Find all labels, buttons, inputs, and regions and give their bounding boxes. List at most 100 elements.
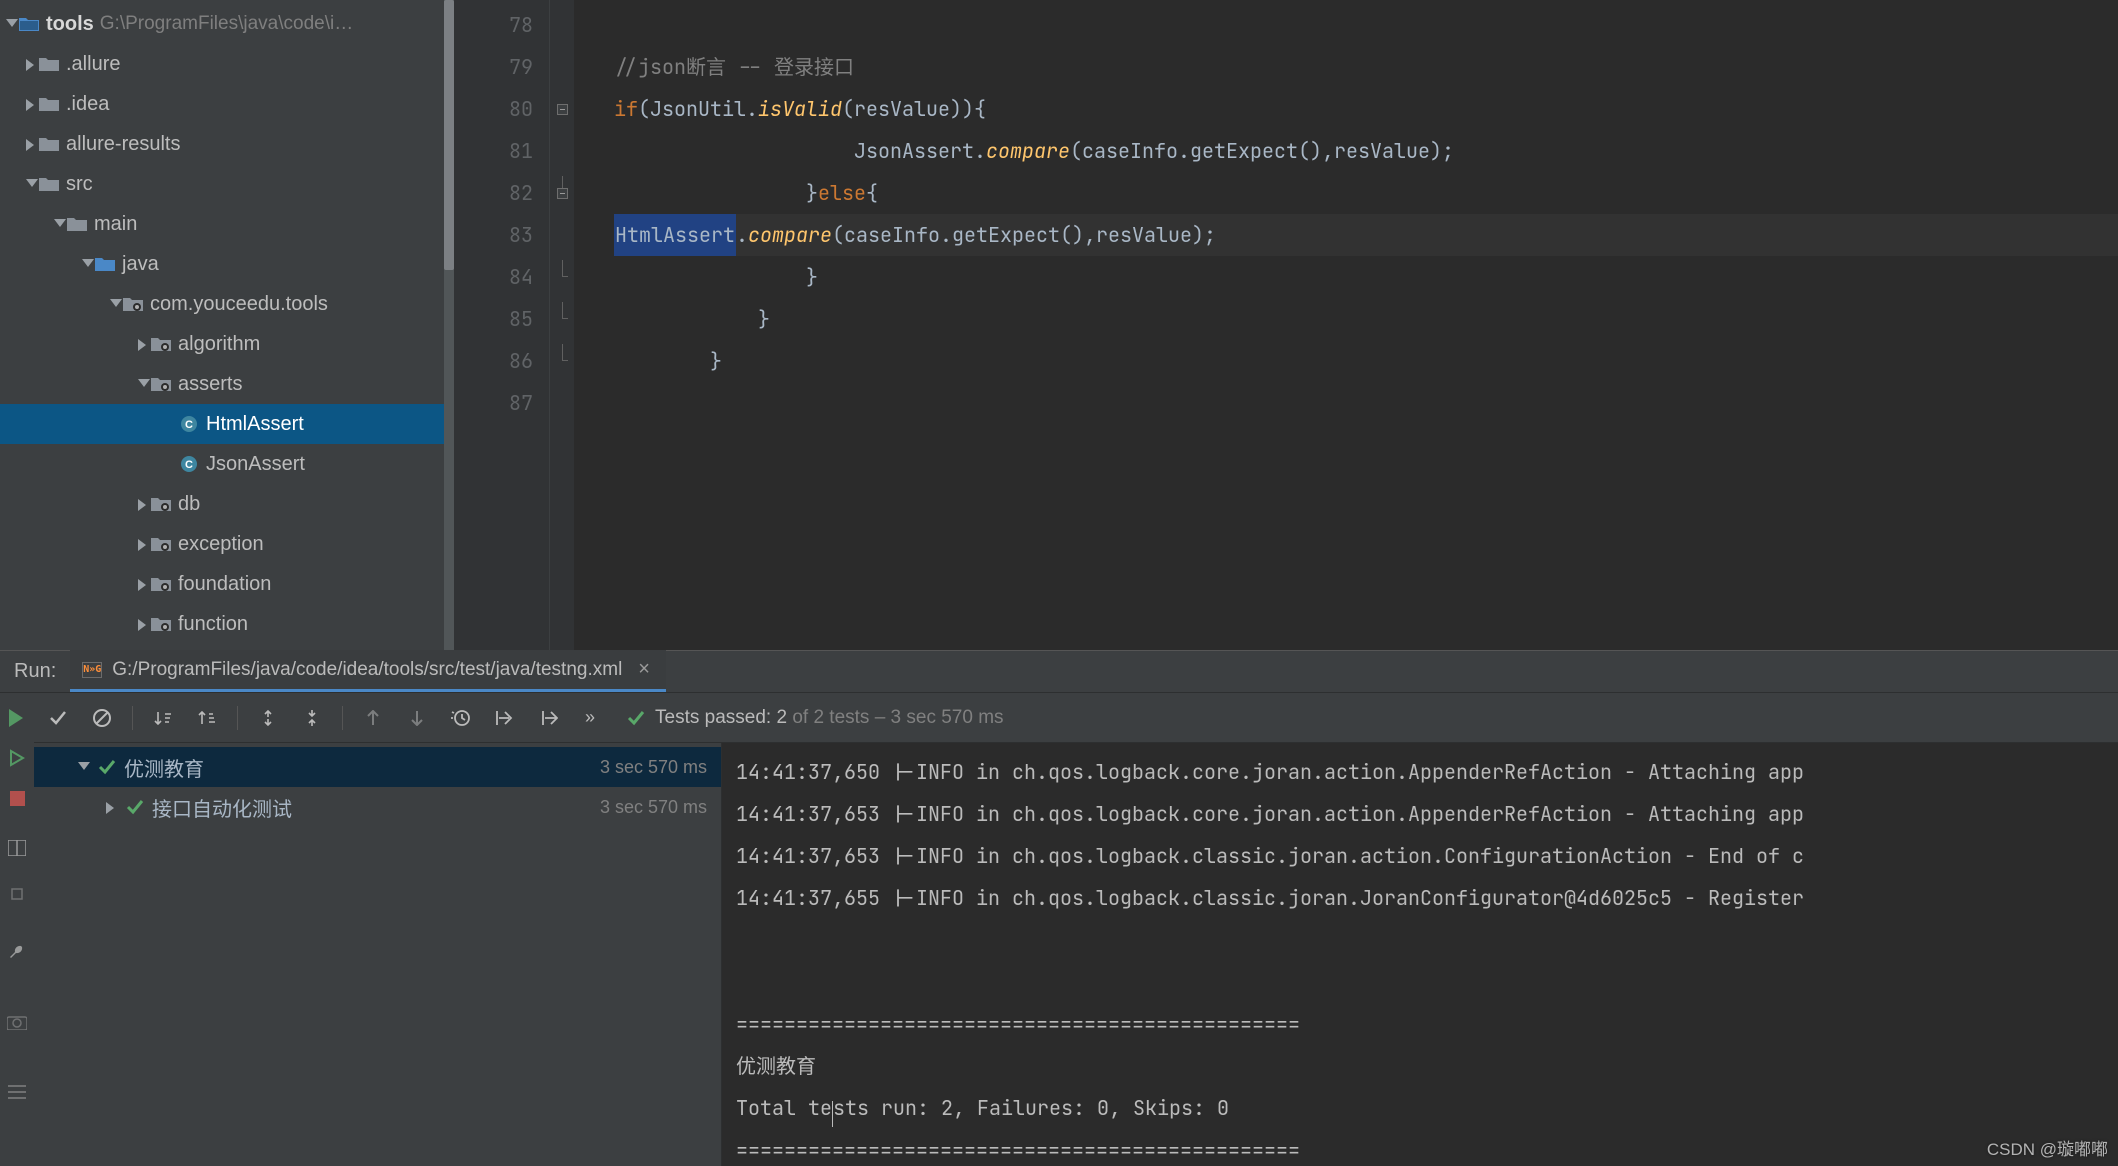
fold-marker[interactable] (550, 172, 574, 214)
fold-marker[interactable] (550, 88, 574, 130)
line-number[interactable]: 85 (454, 298, 549, 340)
code-line[interactable]: } (614, 256, 2118, 298)
line-number[interactable]: 81 (454, 130, 549, 172)
more-icon[interactable]: » (585, 707, 595, 728)
line-number[interactable]: 78 (454, 4, 549, 46)
test-history-button[interactable] (443, 700, 479, 736)
chevron-down-icon[interactable] (4, 17, 18, 31)
fold-marker[interactable] (550, 130, 574, 172)
chevron-right-icon[interactable] (136, 337, 150, 351)
fold-marker[interactable] (550, 46, 574, 88)
test-item-label: 接口自动化测试 (152, 793, 292, 822)
collapse-all-button[interactable] (294, 700, 330, 736)
list-icon[interactable] (6, 1081, 28, 1103)
fold-marker[interactable] (550, 298, 574, 340)
sort-down-button[interactable] (145, 700, 181, 736)
line-number[interactable]: 84 (454, 256, 549, 298)
code-line[interactable]: } (614, 340, 2118, 382)
line-number[interactable]: 83 (454, 214, 549, 256)
tree-item[interactable]: db (0, 484, 454, 524)
testng-icon: N»G (82, 662, 102, 678)
fold-marker[interactable] (550, 214, 574, 256)
close-icon[interactable]: × (638, 658, 650, 681)
tree-item[interactable]: com.youceedu.tools (0, 284, 454, 324)
chevron-right-icon[interactable] (136, 577, 150, 591)
prev-test-button[interactable] (355, 700, 391, 736)
tree-item[interactable]: asserts (0, 364, 454, 404)
test-item-time: 3 sec 570 ms (600, 757, 707, 778)
tree-item[interactable]: .allure (0, 44, 454, 84)
tree-item[interactable]: exception (0, 524, 454, 564)
chevron-right-icon[interactable] (24, 137, 38, 151)
code-line[interactable]: //json断言 -- 登录接口 (614, 46, 2118, 88)
line-number[interactable]: 87 (454, 382, 549, 424)
wrench-icon[interactable] (6, 941, 28, 963)
toggle-auto-test-button[interactable] (6, 747, 28, 769)
tree-item[interactable]: allure-results (0, 124, 454, 164)
chevron-down-icon[interactable] (136, 377, 150, 391)
project-tree-scrollbar[interactable] (444, 0, 454, 650)
code-line[interactable]: if(JsonUtil.isValid(resValue)){ (614, 88, 2118, 130)
test-results-tree[interactable]: 优测教育 3 sec 570 ms 接口自动化测试 3 sec 570 ms (34, 743, 722, 1166)
show-ignored-button[interactable] (84, 700, 120, 736)
chevron-down-icon[interactable] (108, 297, 122, 311)
test-tree-item[interactable]: 接口自动化测试 3 sec 570 ms (34, 787, 721, 827)
tree-item[interactable]: .idea (0, 84, 454, 124)
code-line[interactable] (614, 4, 2118, 46)
watermark-text: CSDN @璇嘟嘟 (1987, 1135, 2108, 1160)
code-editor[interactable]: 78798081828384858687 //json断言 -- 登录接口 if… (454, 0, 2118, 650)
tree-item[interactable]: src (0, 164, 454, 204)
next-test-button[interactable] (399, 700, 435, 736)
editor-code-area[interactable]: //json断言 -- 登录接口 if(JsonUtil.isValid(res… (574, 0, 2118, 650)
test-console[interactable]: 14:41:37,650 |-INFO in ch.qos.logback.co… (722, 743, 2118, 1166)
chevron-right-icon[interactable] (24, 97, 38, 111)
fold-marker[interactable] (550, 256, 574, 298)
run-config-tab[interactable]: N»G G:/ProgramFiles/java/code/idea/tools… (70, 650, 666, 692)
code-line[interactable]: JsonAssert.compare(caseInfo.getExpect(),… (614, 130, 2118, 172)
show-passed-button[interactable] (40, 700, 76, 736)
chevron-right-icon[interactable] (136, 497, 150, 511)
layout-button[interactable] (6, 837, 28, 859)
tree-item-label: main (94, 213, 137, 236)
line-number[interactable]: 86 (454, 340, 549, 382)
rerun-button[interactable] (6, 707, 28, 729)
editor-fold-strip[interactable] (550, 0, 574, 650)
tree-item-label: allure-results (66, 133, 180, 156)
tree-item[interactable]: java (0, 244, 454, 284)
pin-button[interactable] (6, 883, 28, 905)
tree-item[interactable]: C JsonAssert (0, 444, 454, 484)
import-tests-button[interactable] (487, 700, 523, 736)
tree-item[interactable]: main (0, 204, 454, 244)
chevron-down-icon[interactable] (76, 760, 90, 774)
code-line[interactable]: HtmlAssert.compare(caseInfo.getExpect(),… (614, 214, 2118, 256)
chevron-down-icon[interactable] (80, 257, 94, 271)
code-line[interactable]: } (614, 298, 2118, 340)
code-line[interactable] (614, 382, 2118, 424)
line-number[interactable]: 82 (454, 172, 549, 214)
expand-all-button[interactable] (250, 700, 286, 736)
project-root[interactable]: tools G:\ProgramFiles\java\code\i… (0, 4, 454, 44)
fold-marker[interactable] (550, 340, 574, 382)
fold-marker[interactable] (550, 382, 574, 424)
chevron-down-icon[interactable] (24, 177, 38, 191)
chevron-right-icon[interactable] (136, 537, 150, 551)
sort-up-button[interactable] (189, 700, 225, 736)
stop-button[interactable] (6, 787, 28, 809)
line-number[interactable]: 79 (454, 46, 549, 88)
tree-item[interactable]: algorithm (0, 324, 454, 364)
export-tests-button[interactable] (531, 700, 567, 736)
camera-icon[interactable] (6, 1011, 28, 1033)
chevron-right-icon[interactable] (24, 57, 38, 71)
tree-item[interactable]: C HtmlAssert (0, 404, 454, 444)
fold-marker[interactable] (550, 4, 574, 46)
chevron-down-icon[interactable] (52, 217, 66, 231)
chevron-right-icon[interactable] (136, 617, 150, 631)
code-line[interactable]: }else{ (614, 172, 2118, 214)
tree-item-label: java (122, 253, 159, 276)
line-number[interactable]: 80 (454, 88, 549, 130)
test-tree-item[interactable]: 优测教育 3 sec 570 ms (34, 747, 721, 787)
chevron-right-icon[interactable] (104, 800, 118, 814)
tree-item[interactable]: foundation (0, 564, 454, 604)
tree-item[interactable]: function (0, 604, 454, 644)
check-icon (126, 798, 144, 816)
